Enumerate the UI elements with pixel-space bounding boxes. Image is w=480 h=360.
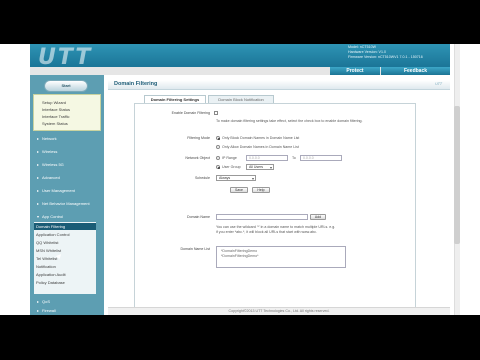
ip-to-input[interactable]: 0.0.0.0 <box>300 155 342 161</box>
ip-range-text: IP Range <box>222 156 237 160</box>
sidebar-item-user-management[interactable]: User Management <box>30 186 104 195</box>
device-info: Model: nCT510W Hardware Version: V1.0 Fi… <box>348 45 423 60</box>
domain-name-input[interactable] <box>216 214 308 220</box>
user-group-select[interactable]: All Users <box>246 164 274 170</box>
firmware-text: Firmware Version: nCT510WV1 7.0.1 - 1507… <box>348 55 423 59</box>
status-box: Setup Wizard Interface Status Interface … <box>33 94 101 131</box>
top-nav: Protect Feedback <box>30 67 450 75</box>
submenu-notification[interactable]: Notification <box>34 263 96 270</box>
sidebar-item-app-control[interactable]: App Control <box>30 212 104 221</box>
sidebar-item-interface-traffic[interactable]: Interface Traffic <box>42 114 70 119</box>
sidebar-item-system-status[interactable]: System Status <box>42 121 68 126</box>
domain-desc-1: You can use the wildcard '*' in a domain… <box>216 225 336 229</box>
domain-list-label: Domain Name List <box>180 247 210 251</box>
main-content: Domain Filtering UTT Domain Filtering Se… <box>108 75 450 315</box>
sidebar-item-net-behavior[interactable]: Net Behavior Management <box>30 199 104 208</box>
sidebar-item-qos[interactable]: QoS <box>30 297 104 306</box>
help-button[interactable]: Help <box>252 187 270 193</box>
submenu-policy-database[interactable]: Policy Database <box>34 279 96 286</box>
sidebar-item-network[interactable]: Network <box>30 134 104 143</box>
protect-tab[interactable]: Protect <box>330 67 380 75</box>
ip-range-radio[interactable] <box>216 156 220 160</box>
mode-block-text: Only Block Domain Names in Domain Name L… <box>222 136 300 140</box>
settings-panel <box>134 103 416 315</box>
scrollbar[interactable] <box>450 44 480 315</box>
copyright-text: Copyright©2013 UTT Technologies Co., Ltd… <box>228 309 330 313</box>
sidebar-item-wireless[interactable]: Wireless <box>30 147 104 156</box>
browser-viewport: UTT Model: nCT510W Hardware Version: V1.… <box>0 44 480 315</box>
footer: Copyright©2013 UTT Technologies Co., Ltd… <box>108 307 450 315</box>
list-item[interactable]: *DomainFilteringDemo <box>221 249 257 253</box>
brand-mark: UTT <box>435 82 442 86</box>
save-button[interactable]: Save <box>230 187 248 193</box>
submenu-application-audit[interactable]: Application Audit <box>34 271 96 278</box>
ip-to-text: To <box>292 156 296 160</box>
sidebar: Start Setup Wizard Interface Status Inte… <box>30 75 104 315</box>
user-group-text: User Group <box>222 165 241 169</box>
submenu-domain-filtering[interactable]: Domain Filtering <box>34 223 96 230</box>
enable-checkbox[interactable] <box>214 111 218 115</box>
mode-allow-radio[interactable] <box>216 145 220 149</box>
sidebar-item-interface-status[interactable]: Interface Status <box>42 107 70 112</box>
router-header: UTT Model: nCT510W Hardware Version: V1.… <box>30 44 450 67</box>
video-frame: UTT Model: nCT510W Hardware Version: V1.… <box>0 0 480 360</box>
feedback-tab[interactable]: Feedback <box>381 67 450 75</box>
mode-allow-text: Only Allow Domain Names in Domain Name L… <box>222 145 299 149</box>
scroll-thumb[interactable] <box>454 106 460 244</box>
user-group-radio[interactable] <box>216 165 220 169</box>
start-button[interactable]: Start <box>44 80 88 92</box>
network-object-label: Network Object <box>185 156 210 160</box>
tab-domain-block-notification[interactable]: Domain Block Notification <box>208 95 274 103</box>
schedule-select[interactable]: Always <box>216 175 256 181</box>
submenu-application-control[interactable]: Application Control <box>34 231 96 238</box>
tab-domain-filtering-settings[interactable]: Domain Filtering Settings <box>144 95 206 103</box>
domain-name-list[interactable]: *DomainFilteringDemo *DomainFilteringDem… <box>216 246 346 268</box>
schedule-label: Schedule <box>195 176 210 180</box>
sidebar-item-setup-wizard[interactable]: Setup Wizard <box>42 100 66 105</box>
sidebar-item-advanced[interactable]: Advanced <box>30 173 104 182</box>
ip-from-input[interactable]: 0.0.0.0 <box>246 155 288 161</box>
enable-label: Enable Domain Filtering <box>171 111 210 115</box>
add-button[interactable]: Add <box>310 214 326 220</box>
mode-block-radio[interactable] <box>216 136 220 140</box>
content-title-bar: Domain Filtering UTT <box>108 80 450 90</box>
list-item[interactable]: *DomainFilteringDemo* <box>221 254 259 258</box>
submenu-qq-whitelist[interactable]: QQ Whitelist <box>34 239 96 246</box>
sidebar-item-firewall[interactable]: Firewall <box>30 306 104 315</box>
domain-name-label: Domain Name <box>187 215 210 219</box>
submenu-msn-whitelist[interactable]: MSN Whitelist <box>34 247 96 254</box>
domain-desc-2: if you enter *abc.*, it will block all U… <box>216 230 317 234</box>
utt-logo: UTT <box>38 45 93 67</box>
page-title: Domain Filtering <box>114 81 158 87</box>
sidebar-item-wireless-5g[interactable]: Wireless 5G <box>30 160 104 169</box>
filtering-mode-label: Filtering Mode <box>187 136 210 140</box>
submenu-tel-whitelist[interactable]: Tel Whitelist <box>34 255 96 262</box>
enable-description: To make domain filtering settings take e… <box>216 119 363 123</box>
